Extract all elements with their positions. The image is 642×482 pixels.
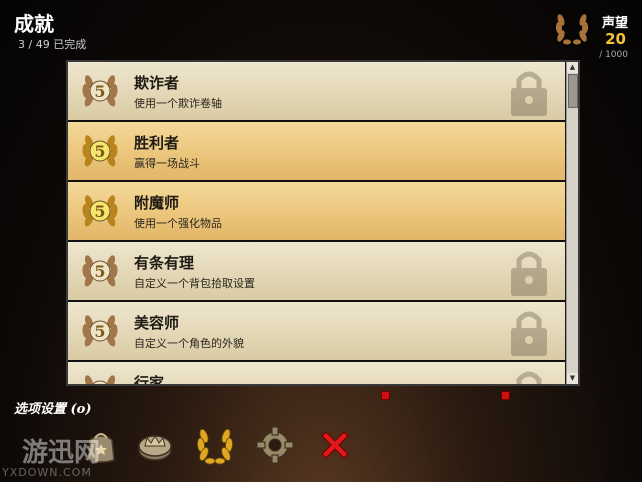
gear-icon[interactable] xyxy=(254,424,296,466)
achievement-name: 附魔师 xyxy=(134,194,180,212)
laurel-icon: 5 xyxy=(82,75,118,107)
scrollbar[interactable]: ▲ ▼ xyxy=(566,62,578,384)
achievement-desc: 赢得一场战斗 xyxy=(134,157,200,170)
achievement-points: 5 xyxy=(94,202,105,221)
achievement-name: 美容师 xyxy=(134,314,180,332)
achievement-name: 有条有理 xyxy=(134,254,195,272)
achievement-list[interactable]: 5 欺诈者 使用一个欺诈卷轴 5 胜利者 赢得一场战斗 5 附魔师 使用一个强化… xyxy=(68,62,565,384)
reputation-label: 声望 xyxy=(601,16,628,31)
laurel-icon: 5 xyxy=(84,375,116,384)
reputation-display: 声望 20 / 1000 xyxy=(552,6,632,62)
scroll-up-arrow-icon[interactable]: ▲ xyxy=(567,62,578,73)
achievement-row[interactable]: 5 胜利者 赢得一场战斗 xyxy=(68,122,565,182)
page-title: 成就 xyxy=(14,12,54,36)
achievement-points: 5 xyxy=(94,82,105,101)
achievement-row[interactable]: 5 欺诈者 使用一个欺诈卷轴 xyxy=(68,62,565,122)
achievement-desc: 自定义一个角色的外貌 xyxy=(134,337,244,350)
laurel-icon: 5 xyxy=(82,135,118,167)
laurel-icon: 5 xyxy=(82,195,118,227)
options-settings-label: 选项设置 (o) xyxy=(14,402,92,417)
lock-icon xyxy=(511,71,547,116)
achievement-row[interactable]: 5 有条有理 自定义一个背包拾取设置 xyxy=(68,242,565,302)
lock-icon xyxy=(511,311,547,356)
watermark-logo: 游迅网 xyxy=(22,438,101,468)
lock-icon xyxy=(511,251,547,296)
achievement-points: 5 xyxy=(94,262,105,281)
laurel-gold-icon[interactable] xyxy=(194,424,236,466)
reputation-value: 20 xyxy=(605,30,626,48)
achievement-panel: 5 欺诈者 使用一个欺诈卷轴 5 胜利者 赢得一场战斗 5 附魔师 使用一个强化… xyxy=(66,60,580,386)
scroll-down-arrow-icon[interactable]: ▼ xyxy=(567,373,578,384)
laurel-icon xyxy=(555,14,589,45)
achievement-desc: 使用一个强化物品 xyxy=(134,217,222,230)
achievement-desc: 自定义一个背包拾取设置 xyxy=(134,277,255,290)
close-icon[interactable] xyxy=(314,424,356,466)
achievement-name: 行家 xyxy=(134,374,165,384)
laurel-icon: 5 xyxy=(82,255,118,287)
achievement-row[interactable]: 5 附魔师 使用一个强化物品 xyxy=(68,182,565,242)
achievement-name: 胜利者 xyxy=(134,134,180,152)
achievement-name: 欺诈者 xyxy=(134,74,180,92)
achievement-points: 5 xyxy=(94,322,105,341)
coin-crown-icon[interactable] xyxy=(134,424,176,466)
scroll-thumb[interactable] xyxy=(568,74,578,108)
notification-marker xyxy=(501,391,510,400)
achievement-desc: 使用一个欺诈卷轴 xyxy=(134,97,222,110)
achievement-row[interactable]: 5 美容师 自定义一个角色的外貌 xyxy=(68,302,565,362)
reputation-max: / 1000 xyxy=(599,50,628,60)
laurel-icon: 5 xyxy=(82,315,118,347)
achievement-row[interactable]: 5 行家 xyxy=(68,362,565,384)
watermark-url: YXDOWN.COM xyxy=(2,466,92,479)
achievement-points: 5 xyxy=(94,142,105,161)
achievement-points: 5 xyxy=(94,382,105,384)
notification-marker xyxy=(381,391,390,400)
lock-icon xyxy=(516,371,542,384)
completion-count: 3 / 49 已完成 xyxy=(18,38,87,51)
